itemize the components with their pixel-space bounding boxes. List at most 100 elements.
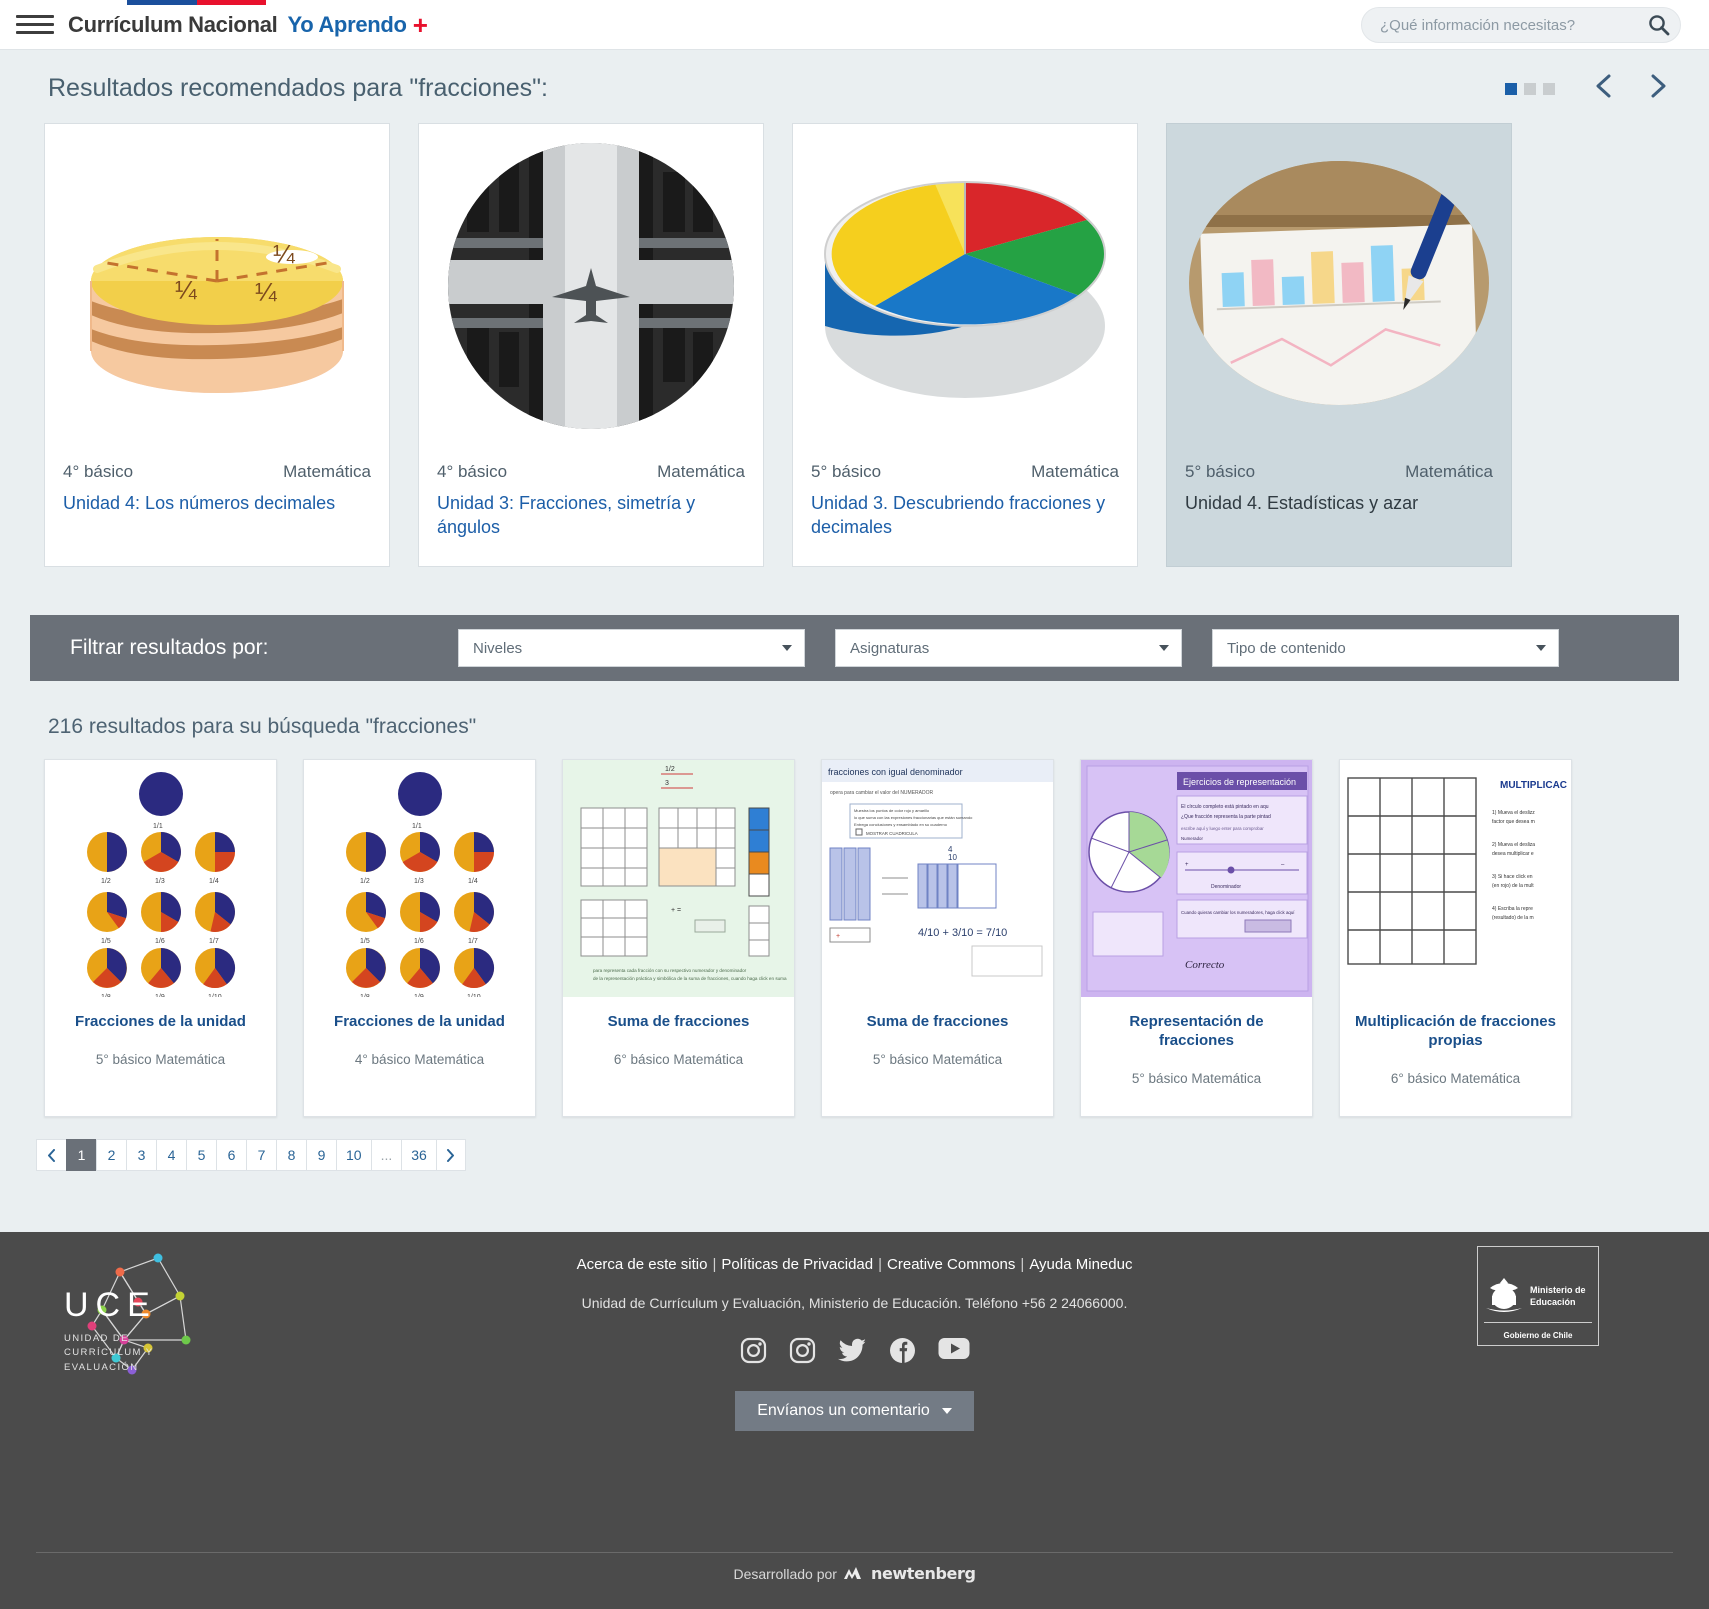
airplane-symmetry-photo	[419, 124, 763, 448]
denominator-worksheet: fracciones con igual denominador opera p…	[822, 760, 1053, 997]
brand-title[interactable]: Currículum Nacional	[68, 12, 278, 38]
recommended-card[interactable]: ¼ ¼ ¼ 4° básico Matemática Unidad 4: Los…	[44, 123, 390, 567]
chevron-left-icon[interactable]	[1593, 72, 1615, 105]
result-meta: 4° básico Matemática	[354, 1051, 485, 1067]
filter-label: Filtrar resultados por:	[70, 636, 269, 659]
select-asignaturas-value: Asignaturas	[850, 639, 930, 657]
fraction-circles-grid: 1/1 1/2 1/3 1/4 1/5 1/6 1/7 1/8 1/9 1/10	[304, 760, 535, 997]
mineduc-line-2: Educación	[1530, 1297, 1576, 1307]
hamburger-menu-icon[interactable]	[16, 15, 54, 34]
newtenberg-logo-icon	[843, 1566, 861, 1579]
send-comment-button[interactable]: Envíanos un comentario	[735, 1391, 974, 1431]
pagination-next[interactable]	[435, 1139, 466, 1171]
result-card[interactable]: 1/1 1/2 1/3 1/4 1/5 1/6 1/7 1/8 1/9 1/10…	[303, 759, 536, 1117]
uce-logo: UCE UNIDAD DE CURRÍCULUM Y EVALUACIÓN	[28, 1244, 218, 1384]
result-title[interactable]: Fracciones de la unidad	[45, 997, 276, 1032]
result-card[interactable]: MULTIPLICAC 1) Mueva el deslizz factor q…	[1339, 759, 1572, 1117]
footer-links: Acerca de este sitio | Políticas de Privac…	[0, 1232, 1709, 1273]
result-card[interactable]: 1/2 3 + = para representa cada fracción …	[562, 759, 795, 1117]
instagram-icon[interactable]	[789, 1337, 816, 1369]
footer-link-creative-commons[interactable]: Creative Commons	[887, 1256, 1015, 1273]
svg-text:1/3: 1/3	[414, 878, 424, 885]
search-icon[interactable]	[1638, 14, 1680, 36]
chevron-right-icon[interactable]	[1647, 72, 1669, 105]
recommended-header: Resultados recomendados para "fracciones…	[0, 50, 1709, 105]
footer-link-privacidad[interactable]: Políticas de Privacidad	[721, 1256, 873, 1273]
pagination-page-2[interactable]: 2	[96, 1139, 126, 1171]
social-links	[0, 1311, 1709, 1369]
pagination-page-4[interactable]: 4	[156, 1139, 186, 1171]
card-title[interactable]: Unidad 4: Los números decimales	[45, 482, 389, 516]
search-input[interactable]	[1362, 16, 1638, 34]
svg-text:1/2: 1/2	[360, 878, 370, 885]
svg-text:Ejercicios de representación: Ejercicios de representación	[1183, 777, 1296, 787]
svg-text:1/1: 1/1	[153, 823, 163, 830]
recommended-card[interactable]: 5° básico Matemática Unidad 4. Estadísti…	[1166, 123, 1512, 567]
facebook-icon[interactable]	[889, 1337, 916, 1369]
result-card[interactable]: 1/1 1/2 1/3 1/4 1/5 1/6 1/7 1/8 1/9 1/10	[44, 759, 277, 1117]
result-meta: 5° básico Matemática	[95, 1051, 226, 1067]
results-count: 216 resultados para su búsqueda "fraccio…	[48, 715, 477, 738]
pagination-page-6[interactable]: 6	[216, 1139, 246, 1171]
svg-text:MOSTRAR CUADRICULA: MOSTRAR CUADRICULA	[866, 831, 918, 836]
result-title[interactable]: Suma de fracciones	[563, 997, 794, 1032]
svg-text:de la representación práctica: de la representación práctica y simbólic…	[593, 976, 787, 981]
svg-text:1/2: 1/2	[101, 878, 111, 885]
carousel-dot[interactable]	[1543, 82, 1555, 95]
instagram-icon[interactable]	[740, 1337, 767, 1369]
svg-text:1/2: 1/2	[665, 766, 675, 773]
select-niveles[interactable]: Niveles	[458, 629, 805, 667]
pagination-page-9[interactable]: 9	[306, 1139, 336, 1171]
mineduc-logo: Ministerio de Educación Gobierno de Chil…	[1477, 1246, 1599, 1346]
search-bar[interactable]	[1361, 7, 1681, 43]
result-title[interactable]: Representación de fracciones	[1081, 997, 1312, 1051]
svg-text:1/10: 1/10	[467, 994, 481, 997]
result-title[interactable]: Fracciones de la unidad	[304, 997, 535, 1032]
card-subject: Matemática	[657, 462, 745, 481]
footer-link-ayuda-mineduc[interactable]: Ayuda Mineduc	[1029, 1256, 1132, 1273]
brand-subtitle[interactable]: Yo Aprendo	[287, 12, 407, 38]
result-card[interactable]: Ejercicios de representación El círculo …	[1080, 759, 1313, 1117]
svg-text:1/6: 1/6	[414, 938, 424, 945]
pagination-page-5[interactable]: 5	[186, 1139, 216, 1171]
pagination-page-36[interactable]: 36	[401, 1139, 436, 1171]
svg-text:desea multiplicar e: desea multiplicar e	[1492, 851, 1534, 857]
select-asignaturas[interactable]: Asignaturas	[835, 629, 1182, 667]
result-meta: 5° básico Matemática	[872, 1051, 1003, 1067]
twitter-icon[interactable]	[837, 1337, 867, 1369]
uce-subtitle: UNIDAD DE CURRÍCULUM Y EVALUACIÓN	[64, 1333, 154, 1373]
card-title[interactable]: Unidad 3. Descubriendo fracciones y deci…	[793, 482, 1137, 540]
carousel-dot[interactable]	[1505, 82, 1517, 95]
result-title[interactable]: Multiplicación de fracciones propias	[1340, 997, 1571, 1051]
svg-text:1/9: 1/9	[414, 994, 424, 997]
card-title[interactable]: Unidad 3: Fracciones, simetría y ángulos	[419, 482, 763, 540]
carousel-dot[interactable]	[1524, 82, 1536, 95]
youtube-icon[interactable]	[938, 1337, 970, 1369]
green-worksheet-grid: 1/2 3 + = para representa cada fracción …	[563, 760, 794, 997]
svg-text:Numerador: Numerador	[1181, 836, 1203, 841]
svg-text:Denominador: Denominador	[1211, 884, 1241, 890]
select-tipo-de-contenido[interactable]: Tipo de contenido	[1212, 629, 1559, 667]
footer-separator: |	[1020, 1256, 1025, 1273]
pagination-prev[interactable]	[36, 1139, 66, 1171]
pagination-page-3[interactable]: 3	[126, 1139, 156, 1171]
svg-text:¼: ¼	[175, 275, 197, 305]
carousel-dots[interactable]	[1505, 82, 1555, 95]
svg-text:2) Mueva el desliza: 2) Mueva el desliza	[1492, 842, 1535, 848]
brand-plus-icon: +	[412, 9, 428, 40]
result-meta: 6° básico Matemática	[1390, 1070, 1521, 1086]
footer-link-acerca[interactable]: Acerca de este sitio	[577, 1256, 708, 1273]
pagination-page-7[interactable]: 7	[246, 1139, 276, 1171]
recommended-card[interactable]: 4° básico Matemática Unidad 3: Fraccione…	[418, 123, 764, 567]
result-title[interactable]: Suma de fracciones	[822, 997, 1053, 1032]
pagination-page-8[interactable]: 8	[276, 1139, 306, 1171]
pagination-page-10[interactable]: 10	[336, 1139, 371, 1171]
result-card[interactable]: fracciones con igual denominador opera p…	[821, 759, 1054, 1117]
svg-text:factor que desea m: factor que desea m	[1492, 819, 1535, 825]
svg-text:+: +	[836, 933, 840, 940]
card-title[interactable]: Unidad 4. Estadísticas y azar	[1167, 482, 1511, 516]
pagination-page-1[interactable]: 1	[66, 1139, 96, 1171]
svg-text:1/4: 1/4	[209, 878, 219, 885]
recommended-card[interactable]: 5° básico Matemática Unidad 3. Descubrie…	[792, 123, 1138, 567]
uce-wordmark: UCE	[64, 1286, 157, 1324]
